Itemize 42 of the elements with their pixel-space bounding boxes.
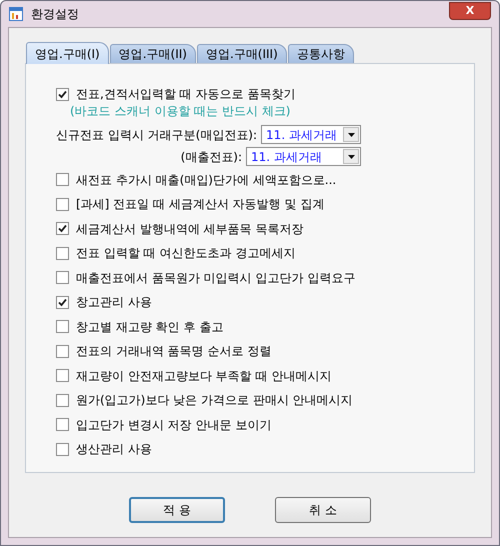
option-label: 창고관리 사용 <box>76 294 152 312</box>
option-label: 전표 입력할 때 여신한도초과 경고메세지 <box>76 245 296 262</box>
option-label: [과세] 전표일 때 세금계산서 자동발행 및 집계 <box>76 196 324 214</box>
checkbox[interactable] <box>56 88 69 101</box>
checkbox[interactable] <box>56 369 69 382</box>
checkbox[interactable] <box>56 222 69 236</box>
checkbox[interactable] <box>56 173 69 186</box>
tab[interactable]: 영업.구매(III) <box>196 44 287 64</box>
option-label: 입고단가 변경시 저장 안내문 보이기 <box>76 416 272 434</box>
tab[interactable]: 영업.구매(I) <box>26 42 109 64</box>
field-label: 신규전표 입력시 거래구분(매입전표): <box>56 126 258 144</box>
checkbox[interactable] <box>56 246 69 260</box>
option-label: 재고량이 안전재고량보다 부족할 때 안내메시지 <box>76 368 332 385</box>
dropdown[interactable]: 11. 과세거래 <box>261 125 361 144</box>
tab[interactable]: 공통사항 <box>288 44 354 64</box>
checkbox[interactable] <box>56 296 69 309</box>
window-title: 환경설정 <box>31 6 80 23</box>
dialog-button[interactable]: 취 소 <box>275 497 371 523</box>
checkbox[interactable] <box>56 320 69 334</box>
checkbox[interactable] <box>56 271 69 284</box>
option-label: 새전표 추가시 매출(매입)단가에 세액포함으로... <box>76 172 336 189</box>
window-app-icon <box>9 7 23 21</box>
checkbox[interactable] <box>56 344 69 358</box>
option-label: 전표,견적서입력할 때 자동으로 품목찾기 <box>76 86 296 104</box>
close-button[interactable]: X <box>449 2 491 20</box>
tab[interactable]: 영업.구매(II) <box>110 44 196 64</box>
checkbox[interactable] <box>56 394 69 407</box>
dropdown[interactable]: 11. 과세거래 <box>246 147 361 166</box>
hint-text: (바코드 스캐너 이용할 때는 반드시 체크) <box>70 102 290 120</box>
option-label: 세금계산서 발행내역에 세부품목 목록저장 <box>76 220 304 238</box>
option-label: 전표의 거래내역 품목명 순서로 정렬 <box>76 343 272 360</box>
option-label: 생산관리 사용 <box>76 441 152 458</box>
option-label: 창고별 재고량 확인 후 출고 <box>76 318 224 336</box>
caret-icon <box>348 132 354 136</box>
option-label: 원가(입고가)보다 낮은 가격으로 판매시 안내메시지 <box>76 392 353 410</box>
checkbox[interactable] <box>56 198 69 211</box>
checkbox[interactable] <box>56 442 69 456</box>
field-label: (매출전표): <box>180 148 242 166</box>
checkbox[interactable] <box>56 418 69 432</box>
option-label: 매출전표에서 품목원가 미입력시 입고단가 입력요구 <box>76 270 356 287</box>
caret-icon <box>348 154 354 158</box>
dialog-button[interactable]: 적 용 <box>129 497 225 523</box>
